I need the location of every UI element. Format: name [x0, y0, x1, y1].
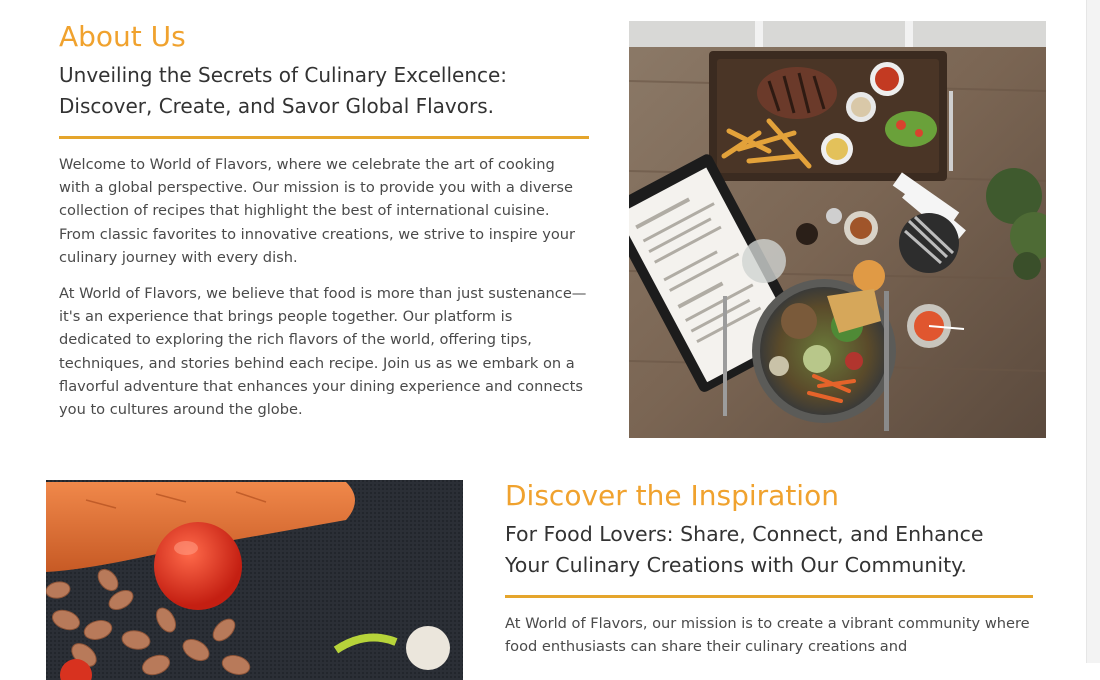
about-section: About Us Unveiling the Secrets of Culina… — [59, 20, 589, 434]
inspiration-section: Discover the Inspiration For Food Lovers… — [505, 479, 1033, 671]
about-paragraph-1: Welcome to World of Flavors, where we ce… — [59, 156, 576, 266]
about-subheading-line1: Unveiling the Secrets of Culinary Excell… — [59, 63, 508, 87]
about-subheading-line2: Discover, Create, and Savor Global Flavo… — [59, 94, 494, 118]
inspiration-heading: Discover the Inspiration — [505, 479, 839, 512]
inspiration-divider — [505, 595, 1033, 598]
inspiration-subheading-line1: For Food Lovers: Share, Connect, and Enh… — [505, 522, 984, 546]
about-paragraph-2: At World of Flavors, we believe that foo… — [59, 285, 587, 419]
inspiration-subheading: For Food Lovers: Share, Connect, and Enh… — [505, 519, 1033, 581]
page-scrollbar[interactable] — [1086, 0, 1100, 663]
about-heading: About Us — [59, 20, 186, 53]
inspiration-subheading-line2: Your Culinary Creations with Our Communi… — [505, 553, 967, 577]
about-subheading: Unveiling the Secrets of Culinary Excell… — [59, 60, 589, 122]
about-divider — [59, 136, 589, 139]
inspiration-paragraph-1: At World of Flavors, our mission is to c… — [505, 615, 1030, 656]
produce-photo — [46, 480, 463, 680]
about-food-photo — [629, 21, 1046, 438]
